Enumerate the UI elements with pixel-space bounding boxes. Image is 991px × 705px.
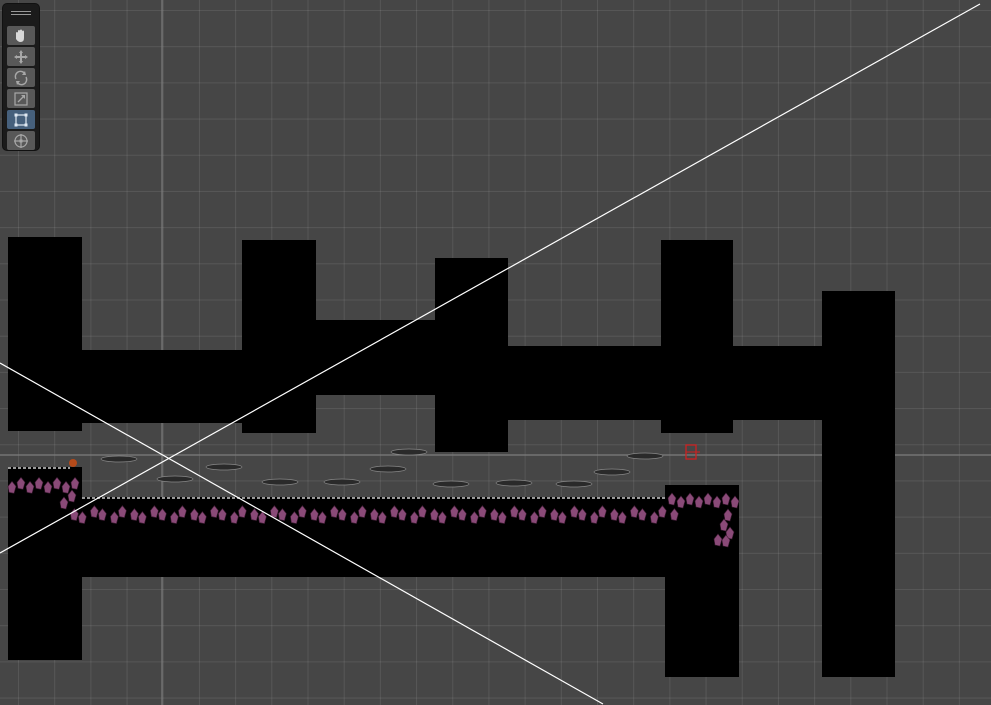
floating-platform — [432, 480, 470, 488]
rect-transform-icon — [14, 113, 28, 126]
scene-view[interactable] — [0, 0, 991, 705]
floating-platform — [593, 468, 631, 476]
floating-platform — [369, 465, 407, 473]
floating-platform — [390, 448, 428, 456]
rect-tool-button[interactable] — [7, 110, 35, 129]
tool-palette[interactable] — [3, 4, 39, 150]
scale-tool-button[interactable] — [7, 89, 35, 108]
selected-object-gizmo[interactable] — [685, 444, 700, 460]
level-geometry — [8, 237, 895, 677]
tower-2 — [242, 240, 316, 433]
palette-grip-icon[interactable] — [11, 10, 31, 16]
tower-4 — [661, 240, 733, 433]
rotate-icon — [14, 70, 28, 85]
rotate-tool-button[interactable] — [7, 68, 35, 87]
transform-icon — [14, 133, 28, 148]
tall-pillar-right — [822, 291, 895, 677]
floating-platform — [323, 478, 361, 486]
tower-1 — [8, 237, 82, 431]
player-marker[interactable] — [69, 459, 77, 467]
floating-platform — [205, 463, 243, 471]
hand-icon — [16, 29, 24, 42]
floating-platform — [555, 480, 593, 488]
upper-corridor-2 — [316, 320, 436, 395]
floating-platform — [100, 455, 138, 463]
scale-icon — [14, 91, 28, 106]
floating-platform — [495, 479, 533, 487]
hand-tool-button[interactable] — [7, 26, 35, 45]
upper-corridor-1 — [82, 350, 243, 423]
upper-corridor-4 — [733, 346, 823, 420]
floating-platform — [261, 478, 299, 486]
floating-platform — [626, 452, 664, 460]
scene-canvas[interactable] — [0, 0, 991, 705]
move-tool-button[interactable] — [7, 47, 35, 66]
tower-3 — [435, 258, 508, 452]
floating-platform — [156, 475, 194, 483]
upper-corridor-3 — [508, 346, 662, 420]
move-arrows-icon — [14, 49, 28, 64]
transform-tool-button[interactable] — [7, 131, 35, 150]
